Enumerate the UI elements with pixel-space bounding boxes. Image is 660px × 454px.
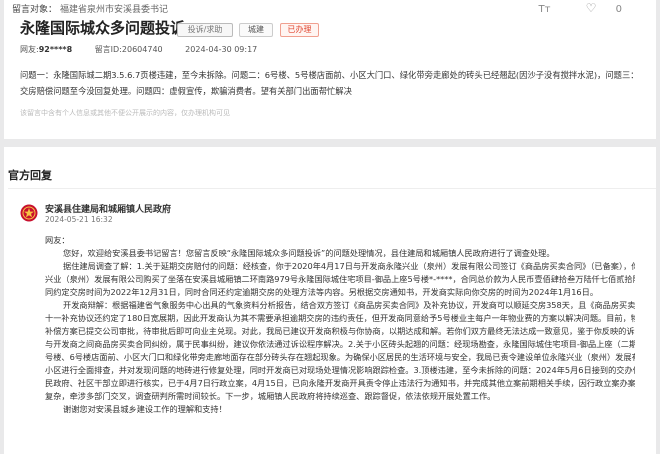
reply-line: 兴业（泉州）发展有限公司购买了坐落在安溪县城厢镇二环南路979号永隆国际城住宅项… <box>45 274 635 284</box>
target-label: 留言对象： <box>12 5 58 15</box>
reply-line: 号楼、6号楼店面前、小区大门口和绿化带旁走廊地面存在部分砖头存在翘起现象。为确保… <box>45 352 635 362</box>
tag-category: 城建 <box>239 23 273 37</box>
message-target-row: 留言对象： 福建省泉州市安溪县委书记 <box>12 2 168 15</box>
reply-card: 官方回复 安溪县住建局和城厢镇人民政府 2024-05-21 16:32 网友：… <box>4 147 656 454</box>
reply-line: 网友： <box>45 235 70 245</box>
reply-date: 2024-05-21 16:32 <box>45 215 113 224</box>
heart-icon: ♡ <box>585 1 597 15</box>
divider <box>8 188 656 189</box>
message-content: 问题一：永隆国际城二期3.5.6.7页楼违建，至今未拆除。问题二：6号楼、5号楼… <box>20 67 636 99</box>
reply-line: 复杂，牵涉多部门交叉，调查研判所需时间较长。下一步，城厢镇人民政府将持续巡查、跟… <box>45 391 496 401</box>
reply-line: 据住建局调查了解：1.关于延期交房赔付的问题：经核查，你于2020年4月17日与… <box>63 261 635 271</box>
status-badge: 已办理 <box>280 23 319 37</box>
message-id: 留言ID:20604740 <box>94 45 163 54</box>
reply-line: 小区进行全面排查，并对发现问题的地砖进行修复处理，同时开发商已对现场处理情况影响… <box>45 365 635 375</box>
message-datetime: 2024-04-30 09:17 <box>185 45 258 54</box>
top-toolbar: Tт ♡ 0 <box>523 1 622 15</box>
reply-line: 您好，欢迎给安溪县委书记留言！您留言反映“永隆国际城众多问题投诉”的问题处理情况… <box>63 248 555 258</box>
reply-line: 同约定交房时间为2022年12月31日，同时合同还约定逾期交房的处理方法等内容。… <box>45 287 599 297</box>
government-emblem-icon <box>20 204 38 222</box>
content-line: 交房赔偿问题至今没回复处理。问题四：虚假宣传，欺骗消费者。望有关部门出面帮忙解决 <box>20 86 352 96</box>
reply-line: 民政府、社区干部立即进行核实，已于4月7日行政立案，4月15日，已向永隆开发商开… <box>45 378 635 388</box>
message-info-row: 网友:92****8 留言ID:20604740 2024-04-30 09:1… <box>20 44 257 55</box>
reply-org-name: 安溪县住建局和城厢镇人民政府 <box>45 205 172 215</box>
message-card: 留言对象： 福建省泉州市安溪县委书记 Tт ♡ 0 永隆国际城众多问题投诉 投诉/… <box>4 0 656 139</box>
user-name: 92****8 <box>38 45 73 54</box>
reply-line: 谢谢您对安溪县城乡建设工作的理解和支持！ <box>63 404 227 414</box>
reply-line: 开发商辩解：根据福建省气象服务中心出具的气象资料分析报告，结合双方签订《商品房买… <box>63 300 635 310</box>
user-label: 网友: <box>20 45 39 54</box>
reply-line: 与开发商之间商品房买卖合同纠纷，属于民事纠纷，建议你依法通过诉讼程序解决。2.关… <box>45 339 635 349</box>
reply-body: 网友： 您好，欢迎给安溪县委书记留言！您留言反映“永隆国际城众多问题投诉”的问题… <box>45 234 635 416</box>
content-line: 问题一：永隆国际城二期3.5.6.7页楼违建，至今未拆除。问题二：6号楼、5号楼… <box>20 70 636 80</box>
privacy-note: 该留言中含有个人信息或其他不便公开展示的内容，仅办理机构可见 <box>20 109 230 117</box>
like-button[interactable]: ♡ 0 <box>570 1 622 15</box>
tag-type: 投诉/求助 <box>177 23 233 37</box>
reply-line: 十一补充协议还约定了180日宽展期，因此开发商认为其不需要承担逾期交房的违约责任… <box>45 313 635 323</box>
reply-line: 补偿方案已提交公司审批，待审批后即可向业主兑现。对此，我局已建议开发商积极与你协… <box>45 326 635 336</box>
message-title: 永隆国际城众多问题投诉 <box>20 19 186 37</box>
like-count: 0 <box>615 4 622 15</box>
font-size-icon[interactable]: Tт <box>539 4 551 15</box>
reply-section-title: 官方回复 <box>8 169 52 182</box>
target-value[interactable]: 福建省泉州市安溪县委书记 <box>60 5 168 15</box>
